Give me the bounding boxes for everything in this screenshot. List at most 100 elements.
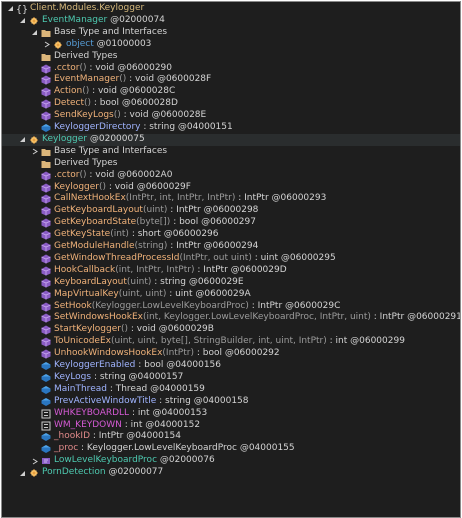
token: @06000299 xyxy=(347,336,405,347)
method-cube-icon xyxy=(41,111,51,121)
tree-node-method[interactable]: HookCallback(int, IntPtr, IntPtr) : IntP… xyxy=(2,265,460,277)
expand-arrow-icon[interactable] xyxy=(18,467,26,479)
tree-node-method[interactable]: MapVirtualKey(uint, uint) : uint @060002… xyxy=(2,289,460,301)
token: @0600028D xyxy=(119,98,178,109)
tree-node-method[interactable]: EventManager() : void @0600028F xyxy=(2,74,460,86)
tree-node-field[interactable]: KeyloggerEnabled : bool @04000156 xyxy=(2,360,460,372)
tree-node-method[interactable]: StartKeylogger() : void @0600029B xyxy=(2,324,460,336)
tree-node-field[interactable]: KeyLogs : string @04000157 xyxy=(2,372,460,384)
token: @0600028E xyxy=(148,110,207,121)
method-cube-icon xyxy=(41,313,51,323)
tree-node-eventmanager-class[interactable]: EventManager @02000074 xyxy=(2,15,460,27)
field-name: _hookID xyxy=(54,431,91,442)
tree-node-field[interactable]: _proc : Keylogger.LowLevelKeyboardProc @… xyxy=(2,443,460,455)
member-signature: () xyxy=(79,169,87,180)
method-cube-icon xyxy=(41,254,51,264)
tree-node-base-types[interactable]: Base Type and Interfaces xyxy=(2,146,460,158)
tree-node-field[interactable]: PrevActiveWindowTitle : string @04000158 xyxy=(2,396,460,408)
token: @04000156 xyxy=(163,360,222,370)
token: @02000075 xyxy=(87,133,145,144)
field-name: WM_KEYDOWN xyxy=(54,419,122,430)
tree-node-porndetection-class[interactable]: PornDetection @02000077 xyxy=(2,467,460,479)
token: @0600028F xyxy=(154,74,212,85)
tree-node-constant[interactable]: WHKEYBOARDLL : int @04000153 xyxy=(2,408,460,420)
tree-node-constant[interactable]: WM_KEYDOWN : int @04000152 xyxy=(2,420,460,432)
member-name: StartKeylogger xyxy=(54,324,121,335)
tree-node-field[interactable]: KeyloggerDirectory : string @04000151 xyxy=(2,122,460,134)
token: @06000296 xyxy=(160,229,219,240)
folder-icon xyxy=(41,28,51,38)
svg-text:{}: {} xyxy=(17,5,27,15)
tree-node-method[interactable]: .cctor() : void @06000290 xyxy=(2,63,460,75)
type-name: object xyxy=(66,38,94,49)
token: @06000291 xyxy=(404,312,461,323)
tree-node-keylogger-class[interactable]: Keylogger @02000075 xyxy=(2,133,460,146)
method-cube-icon xyxy=(41,325,51,335)
tree-node-derived-types[interactable]: Derived Types xyxy=(2,158,460,170)
tree-node-derived-types[interactable]: Derived Types xyxy=(2,51,460,63)
field-type: : IntPtr xyxy=(90,431,124,442)
tree-node-method[interactable]: Detect() : bool @0600028D xyxy=(2,98,460,110)
token: @0600029B xyxy=(155,324,214,335)
expand-arrow-icon[interactable] xyxy=(18,15,26,27)
method-cube-icon xyxy=(41,278,51,288)
tree-node-method[interactable]: GetKeyboardLayout(uint) : IntPtr @060002… xyxy=(2,205,460,217)
method-cube-icon xyxy=(41,302,51,312)
token: @0600029A xyxy=(192,288,251,299)
tree-node-method[interactable]: CallNextHookEx(IntPtr, int, IntPtr, IntP… xyxy=(2,193,460,205)
tree-node-method[interactable]: SendKeyLogs() : void @0600028E xyxy=(2,110,460,122)
tree-node-method[interactable]: SetWindowsHookEx(int, Keylogger.LowLevel… xyxy=(2,312,460,324)
token: @0600029F xyxy=(133,181,191,192)
tree-node-method[interactable]: ToUnicodeEx(uint, uint, byte[], StringBu… xyxy=(2,336,460,348)
class-name: PornDetection xyxy=(42,467,106,478)
tree-node-method[interactable]: SetHook(Keylogger.LowLevelKeyboardProc) … xyxy=(2,301,460,313)
tree-node-method[interactable]: .cctor() : void @060002A0 xyxy=(2,170,460,182)
tree-node-method[interactable]: GetKeyboardState(byte[]) : bool @0600029… xyxy=(2,217,460,229)
collapsed-arrow-icon[interactable] xyxy=(30,455,38,467)
token: @06000295 xyxy=(278,252,336,263)
token: @01000003 xyxy=(93,38,152,49)
token: @04000155 xyxy=(236,443,295,454)
tree-node-method[interactable]: GetWindowThreadProcessId(IntPtr, out uin… xyxy=(2,253,460,265)
tree-node-method[interactable]: GetModuleHandle(string) : IntPtr @060002… xyxy=(2,241,460,253)
member-signature: () xyxy=(84,98,92,109)
member-signature: (int, Keylogger.LowLevelKeyboardProc, In… xyxy=(142,312,371,323)
collapsed-arrow-icon[interactable] xyxy=(42,39,50,51)
method-cube-icon xyxy=(41,64,51,74)
expand-arrow-icon[interactable] xyxy=(30,27,38,39)
tree-node-method[interactable]: GetKeyState(int) : short @06000296 xyxy=(2,229,460,241)
tree-node-method[interactable]: Action() : void @0600028C xyxy=(2,86,460,98)
tree-node-field[interactable]: MainThread : Thread @04000159 xyxy=(2,384,460,396)
method-cube-icon xyxy=(41,230,51,240)
tree-node-method[interactable]: KeyboardLayout(uint) : string @0600029E xyxy=(2,277,460,289)
member-return: : string xyxy=(140,122,176,132)
member-name: SetHook xyxy=(54,300,92,311)
member-name: ToUnicodeEx xyxy=(54,336,111,347)
folder-icon xyxy=(41,52,51,62)
expand-arrow-icon[interactable] xyxy=(18,134,26,146)
base-types-label: Base Type and Interfaces xyxy=(54,26,168,37)
expand-arrow-icon[interactable] xyxy=(6,3,14,15)
class-name: Keylogger xyxy=(42,133,87,144)
tree-node-base-types[interactable]: Base Type and Interfaces xyxy=(2,27,460,39)
tree-node-method[interactable]: Keylogger() : void @0600029F xyxy=(2,182,460,194)
tree-node-base-object[interactable]: object @01000003 xyxy=(2,39,460,51)
member-return: : void xyxy=(89,86,118,97)
method-cube-icon xyxy=(41,242,51,252)
token: @02000076 xyxy=(157,455,215,466)
member-name: GetModuleHandle xyxy=(54,241,135,251)
assembly-tree-view: {} Client.Modules.Keylogger EventManager… xyxy=(1,1,461,518)
tree-node-field[interactable]: _hookID : IntPtr @04000154 xyxy=(2,431,460,443)
token: @06000298 xyxy=(200,205,259,216)
tree-node-method[interactable]: UnhookWindowsHookEx(IntPtr) : bool @0600… xyxy=(2,348,460,360)
token: @060002A0 xyxy=(114,169,173,180)
collapsed-arrow-icon[interactable] xyxy=(30,146,38,158)
token: @02000074 xyxy=(107,14,165,25)
tree-node-namespace[interactable]: {} Client.Modules.Keylogger xyxy=(2,3,460,15)
base-types-label: Base Type and Interfaces xyxy=(54,145,168,156)
method-cube-icon xyxy=(41,75,51,85)
tree-node-nested-delegate[interactable]: LowLevelKeyboardProc @02000076 xyxy=(2,455,460,467)
member-signature: (IntPtr, int, IntPtr, IntPtr) xyxy=(125,193,236,204)
member-return: : void xyxy=(126,74,155,85)
field-type: : int xyxy=(121,419,143,430)
